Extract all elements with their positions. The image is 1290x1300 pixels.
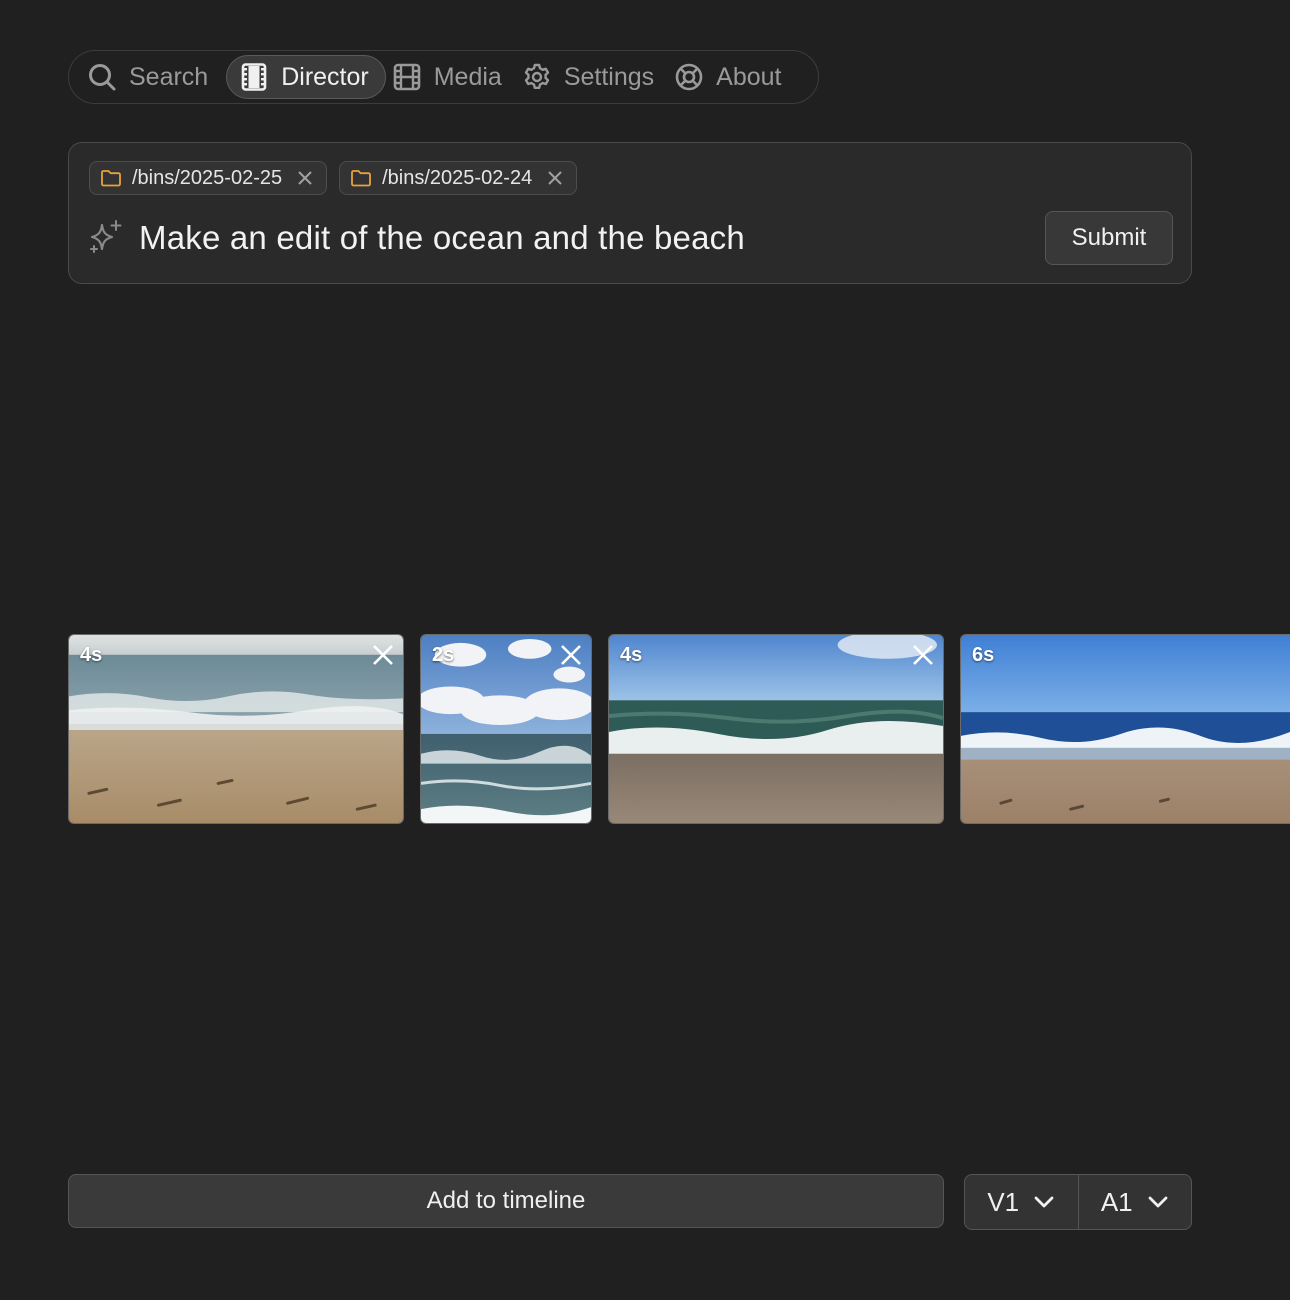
nav-about[interactable]: About xyxy=(670,55,797,99)
nav-search[interactable]: Search xyxy=(87,55,224,99)
remove-bin-icon[interactable] xyxy=(296,169,314,187)
nav-media[interactable]: Media xyxy=(388,55,518,99)
bin-path: /bins/2025-02-24 xyxy=(382,166,533,189)
nav-media-label: Media xyxy=(433,62,502,91)
bin-chip[interactable]: /bins/2025-02-25 xyxy=(89,161,328,195)
bin-chip[interactable]: /bins/2025-02-24 xyxy=(339,161,578,195)
submit-button[interactable]: Submit xyxy=(1045,211,1173,265)
close-icon[interactable] xyxy=(559,643,583,667)
audio-track-select[interactable]: A1 xyxy=(1077,1175,1192,1229)
close-icon[interactable] xyxy=(371,643,395,667)
nav-director-label: Director xyxy=(281,62,369,91)
surf-close-thumbnail xyxy=(609,635,943,823)
add-to-timeline-button[interactable]: Add to timeline xyxy=(68,1174,944,1228)
director-page: Search Director Media Settings About /bi… xyxy=(0,0,1290,1300)
nav-about-label: About xyxy=(716,62,782,91)
blue-coast-thumbnail xyxy=(961,635,1290,823)
clip-duration: 4s xyxy=(620,644,643,666)
folder-icon xyxy=(351,170,372,187)
video-track-value: V1 xyxy=(987,1186,1020,1217)
bin-path: /bins/2025-02-25 xyxy=(132,166,283,189)
close-icon[interactable] xyxy=(911,643,935,667)
clip-duration: 2s xyxy=(432,644,455,666)
sparkle-icon xyxy=(90,220,122,253)
lifebuoy-icon xyxy=(675,63,703,91)
video-track-select[interactable]: V1 xyxy=(965,1175,1078,1229)
chevron-down-icon xyxy=(1148,1196,1168,1208)
nav-settings[interactable]: Settings xyxy=(518,55,670,99)
prompt-input-row[interactable]: Make an edit of the ocean and the beach xyxy=(87,219,745,257)
clip-card[interactable]: 6s xyxy=(960,634,1290,824)
clip-card[interactable]: 4s xyxy=(608,634,944,824)
prompt-input[interactable]: Make an edit of the ocean and the beach xyxy=(139,219,745,257)
prompt-panel: /bins/2025-02-25 /bins/2025-02-24 Make a… xyxy=(68,142,1192,284)
clip-duration: 6s xyxy=(972,644,995,666)
film-strip-icon xyxy=(393,63,421,91)
bin-chips: /bins/2025-02-25 /bins/2025-02-24 xyxy=(89,161,578,195)
folder-icon xyxy=(101,170,121,187)
clip-card[interactable]: 4s xyxy=(68,634,404,824)
clip-duration: 4s xyxy=(80,644,103,666)
search-icon xyxy=(89,64,116,91)
chevron-down-icon xyxy=(1034,1196,1054,1208)
gear-icon xyxy=(524,63,550,89)
film-icon xyxy=(241,63,267,91)
beach-waves-thumbnail xyxy=(69,635,403,823)
audio-track-value: A1 xyxy=(1100,1186,1133,1217)
nav-search-label: Search xyxy=(129,62,209,91)
main-nav: Search Director Media Settings About xyxy=(68,50,819,104)
nav-settings-label: Settings xyxy=(563,62,655,91)
remove-bin-icon[interactable] xyxy=(546,169,564,187)
nav-director[interactable]: Director xyxy=(226,55,386,99)
clip-card[interactable]: 2s xyxy=(420,634,592,824)
track-selectors: V1 A1 xyxy=(964,1174,1192,1230)
